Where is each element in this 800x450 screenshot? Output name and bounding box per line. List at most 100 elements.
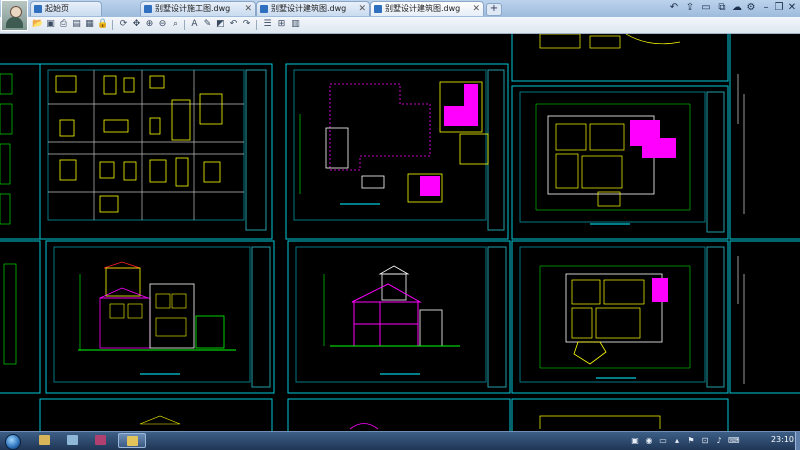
sheet-frame <box>729 240 800 394</box>
inner-border <box>53 246 251 383</box>
pan-icon[interactable]: ✥ <box>131 19 142 30</box>
cloud-icon[interactable]: ☁ <box>731 2 743 14</box>
taskbar-app-browser[interactable] <box>62 433 84 448</box>
inner-border <box>519 246 706 383</box>
toolbar: 📂 ▣ ⎙ ▤ ▦ 🔒 ⟳ ✥ ⊕ ⊖ ⌕ A ✎ ◩ ↶ ↷ ☰ ⊞ ▥ <box>0 17 800 34</box>
inner-border <box>47 69 245 221</box>
properties-icon[interactable]: ▥ <box>290 19 301 30</box>
system-tray: ▣ ◉ ▭ ▴ ⚑ ⊡ ♪ ⌨ 23:10 <box>610 432 800 450</box>
sheet-frame <box>287 398 511 431</box>
ime-icon[interactable]: ⌨ <box>728 436 740 446</box>
print-icon[interactable]: ⎙ <box>58 19 69 30</box>
roof-plan <box>299 81 489 205</box>
section-1 <box>323 265 460 430</box>
zoom-in-icon[interactable]: ⊕ <box>144 19 155 30</box>
start-button[interactable] <box>2 433 24 450</box>
close-icon[interactable]: ✕ <box>358 2 366 16</box>
taskbar-app-explorer[interactable] <box>34 433 56 448</box>
taskbar-app-archive[interactable] <box>90 433 112 448</box>
eraser-icon[interactable]: ◩ <box>215 19 226 30</box>
sheet-frame <box>0 63 41 240</box>
measure-icon[interactable]: ⊞ <box>276 19 287 30</box>
taskbar: ▣ ◉ ▭ ▴ ⚑ ⊡ ♪ ⌨ 23:10 <box>0 431 800 450</box>
volume-icon[interactable]: ♪ <box>714 436 724 446</box>
title-block <box>706 91 725 233</box>
tab-label: 别墅设计施工图.dwg <box>155 4 231 13</box>
show-desktop-button[interactable] <box>795 432 800 450</box>
windows-logo-icon <box>5 434 21 450</box>
home-icon <box>34 5 42 13</box>
tab-bar: 起始页 别墅设计施工图.dwg ✕ 别墅设计建筑图.dwg ✕ 别墅设计建筑图.… <box>0 0 800 18</box>
lock-icon[interactable]: 🔒 <box>97 19 108 30</box>
zoom-out-icon[interactable]: ⊖ <box>157 19 168 30</box>
text-icon[interactable]: A <box>189 19 200 30</box>
sheet-frame <box>729 34 800 240</box>
save-icon[interactable]: ▣ <box>45 19 56 30</box>
tab-architecture-dwg-active[interactable]: 别墅设计建筑图.dwg ✕ <box>370 1 484 16</box>
copy-icon[interactable]: ⧉ <box>716 2 728 14</box>
redo-icon[interactable]: ↷ <box>241 19 252 30</box>
title-block <box>251 246 271 388</box>
detail-elements <box>55 75 223 213</box>
tab-start-page[interactable]: 起始页 <box>30 1 102 16</box>
open-folder-icon[interactable]: 📂 <box>32 19 43 30</box>
taskbar-app-cad-viewer[interactable] <box>118 433 146 448</box>
inner-border <box>295 246 487 383</box>
close-button[interactable]: ✕ <box>786 2 798 14</box>
pdf-icon[interactable]: ▤ <box>71 19 82 30</box>
archive-icon <box>95 435 106 445</box>
dwg-file-icon <box>260 5 268 13</box>
sheet-frame <box>511 398 729 431</box>
floor-plan-1 <box>535 34 691 225</box>
toolbar-divider <box>256 20 257 30</box>
pencil-icon[interactable]: ✎ <box>202 19 213 30</box>
notification-icon[interactable]: ▣ <box>630 436 640 446</box>
cad-drawing[interactable] <box>0 34 800 431</box>
undo-icon[interactable]: ↶ <box>228 19 239 30</box>
title-block <box>706 246 725 388</box>
sheet-frame <box>39 398 273 431</box>
close-icon[interactable]: ✕ <box>472 2 480 16</box>
device-icon[interactable]: ▭ <box>700 2 712 14</box>
zoom-extents-icon[interactable]: ⌕ <box>170 19 181 30</box>
title-block <box>487 246 507 388</box>
avatar[interactable] <box>1 0 28 31</box>
export-icon[interactable]: ▦ <box>84 19 95 30</box>
display-icon[interactable]: ▭ <box>658 436 668 446</box>
app-tray-icon[interactable]: ◉ <box>644 436 654 446</box>
new-tab-button[interactable]: + <box>486 3 502 16</box>
avatar-body <box>6 17 23 28</box>
sheet-frame <box>39 63 273 240</box>
minimize-button[interactable]: – <box>760 2 772 14</box>
right-sheet-notes <box>737 74 745 384</box>
cad-viewer-icon <box>127 436 138 446</box>
toolbar-divider <box>184 20 185 30</box>
layer-icon[interactable]: ☰ <box>262 19 273 30</box>
inner-border <box>293 69 487 221</box>
sheet-frame <box>287 240 511 394</box>
toolbar-divider <box>112 20 113 30</box>
title-block <box>487 69 505 231</box>
gear-icon[interactable]: ⚙ <box>745 2 757 14</box>
tab-label: 别墅设计建筑图.dwg <box>385 4 461 13</box>
dwg-file-icon <box>144 5 152 13</box>
back-icon[interactable]: ↶ <box>668 2 680 14</box>
sheet-frame <box>511 85 729 240</box>
rotate-icon[interactable]: ⟳ <box>118 19 129 30</box>
tab-construction-dwg[interactable]: 别墅设计施工图.dwg ✕ <box>140 1 256 16</box>
network-icon[interactable]: ⊡ <box>700 436 710 446</box>
clock[interactable]: 23:10 <box>771 435 794 444</box>
show-hidden-icons[interactable]: ▴ <box>672 436 682 446</box>
flag-icon[interactable]: ⚑ <box>686 436 696 446</box>
detail-sheet <box>48 70 244 220</box>
tab-architecture-dwg[interactable]: 别墅设计建筑图.dwg ✕ <box>256 1 370 16</box>
restore-button[interactable]: ❐ <box>773 2 785 14</box>
left-sheet-details <box>0 73 17 365</box>
tab-label: 别墅设计建筑图.dwg <box>271 4 347 13</box>
sheet-frame <box>511 240 729 394</box>
bottom-left-preview <box>139 415 181 425</box>
share-icon[interactable]: ⇪ <box>684 2 696 14</box>
drawing-canvas[interactable] <box>0 34 800 431</box>
close-icon[interactable]: ✕ <box>244 2 252 16</box>
browser-icon <box>67 435 78 445</box>
